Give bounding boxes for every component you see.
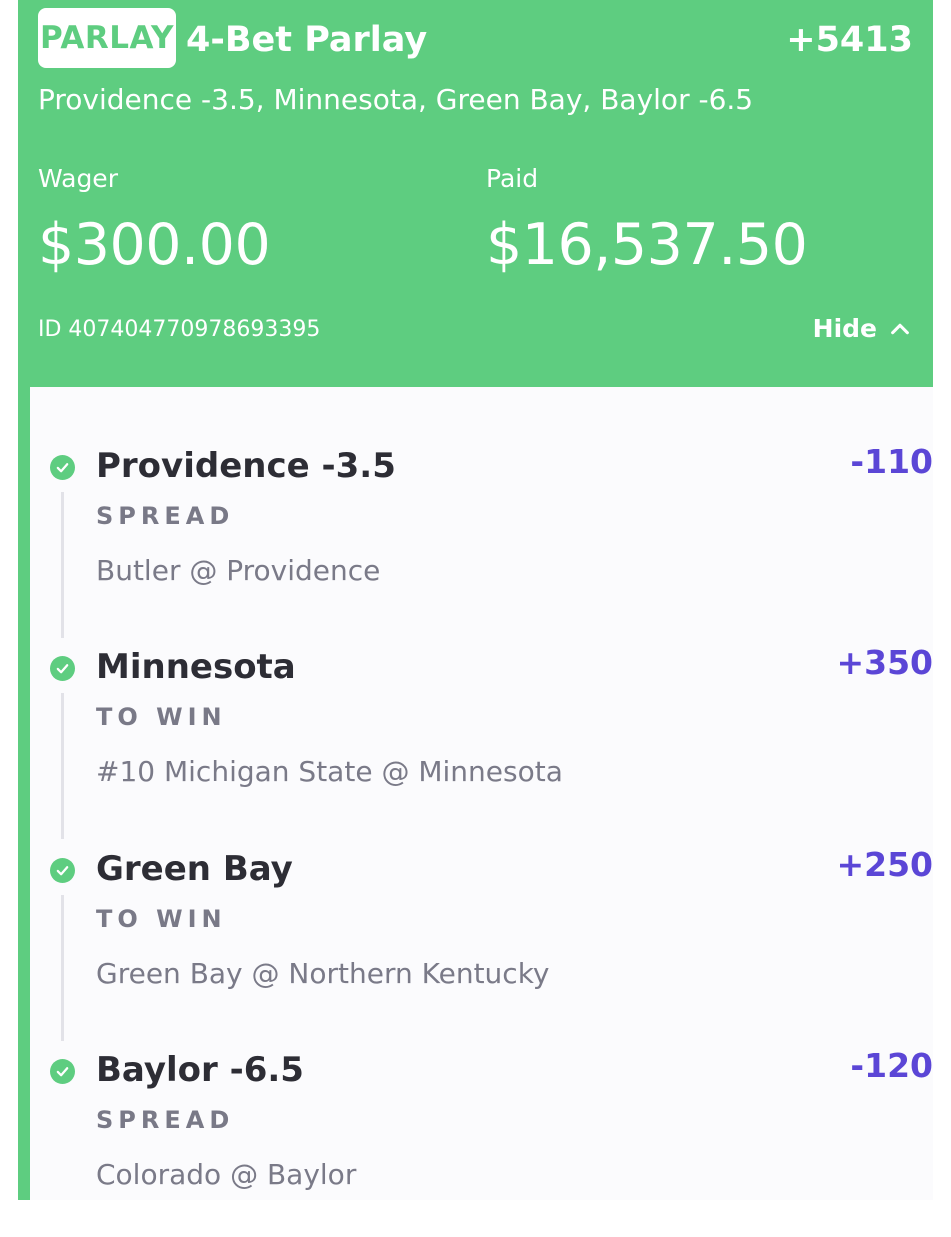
leg-bet-type: SPREAD [96, 1106, 235, 1134]
leg-bet-type: TO WIN [96, 905, 227, 933]
parlay-badge: PARLAY [38, 8, 176, 68]
check-circle-icon [50, 1059, 75, 1084]
hide-legs-button[interactable]: Hide [813, 311, 911, 347]
leg-matchup: Butler @ Providence [96, 554, 381, 587]
parlay-odds: +5413 [786, 20, 913, 60]
wager-amount: $300.00 [38, 212, 271, 278]
parlay-title: 4-Bet Parlay [186, 20, 428, 60]
leg-odds: +250 [836, 845, 933, 884]
hide-label: Hide [812, 314, 877, 343]
wager-label: Wager [38, 164, 118, 193]
leg-title: Providence -3.5 [96, 446, 396, 486]
leg-title: Green Bay [96, 849, 293, 889]
paid-amount: $16,537.50 [486, 212, 808, 278]
leg-odds: -110 [850, 442, 933, 481]
legs-summary: Providence -3.5, Minnesota, Green Bay, B… [38, 83, 754, 116]
leg-item: Green Bay +250 TO WIN Green Bay @ Northe… [30, 845, 933, 1036]
leg-odds: +350 [836, 643, 933, 682]
leg-bet-type: TO WIN [96, 703, 227, 731]
leg-matchup: #10 Michigan State @ Minnesota [96, 755, 563, 788]
leg-matchup: Colorado @ Baylor [96, 1158, 357, 1191]
chevron-up-icon [891, 323, 909, 335]
check-circle-icon [50, 656, 75, 681]
leg-odds: -120 [850, 1046, 933, 1085]
legs-list: Providence -3.5 -110 SPREAD Butler @ Pro… [30, 387, 933, 1200]
leg-item: Providence -3.5 -110 SPREAD Butler @ Pro… [30, 442, 933, 633]
paid-label: Paid [486, 164, 539, 193]
bet-id: ID 407404770978693395 [38, 317, 321, 342]
leg-bet-type: SPREAD [96, 502, 235, 530]
leg-item: Baylor -6.5 -120 SPREAD Colorado @ Baylo… [30, 1046, 933, 1237]
leg-title: Baylor -6.5 [96, 1050, 304, 1090]
parlay-header: PARLAY 4-Bet Parlay +5413 Providence -3.… [18, 0, 933, 387]
leg-matchup: Green Bay @ Northern Kentucky [96, 957, 550, 990]
check-circle-icon [50, 858, 75, 883]
parlay-card: PARLAY 4-Bet Parlay +5413 Providence -3.… [18, 0, 933, 1200]
leg-item: Minnesota +350 TO WIN #10 Michigan State… [30, 643, 933, 834]
leg-title: Minnesota [96, 647, 296, 687]
check-circle-icon [50, 455, 75, 480]
